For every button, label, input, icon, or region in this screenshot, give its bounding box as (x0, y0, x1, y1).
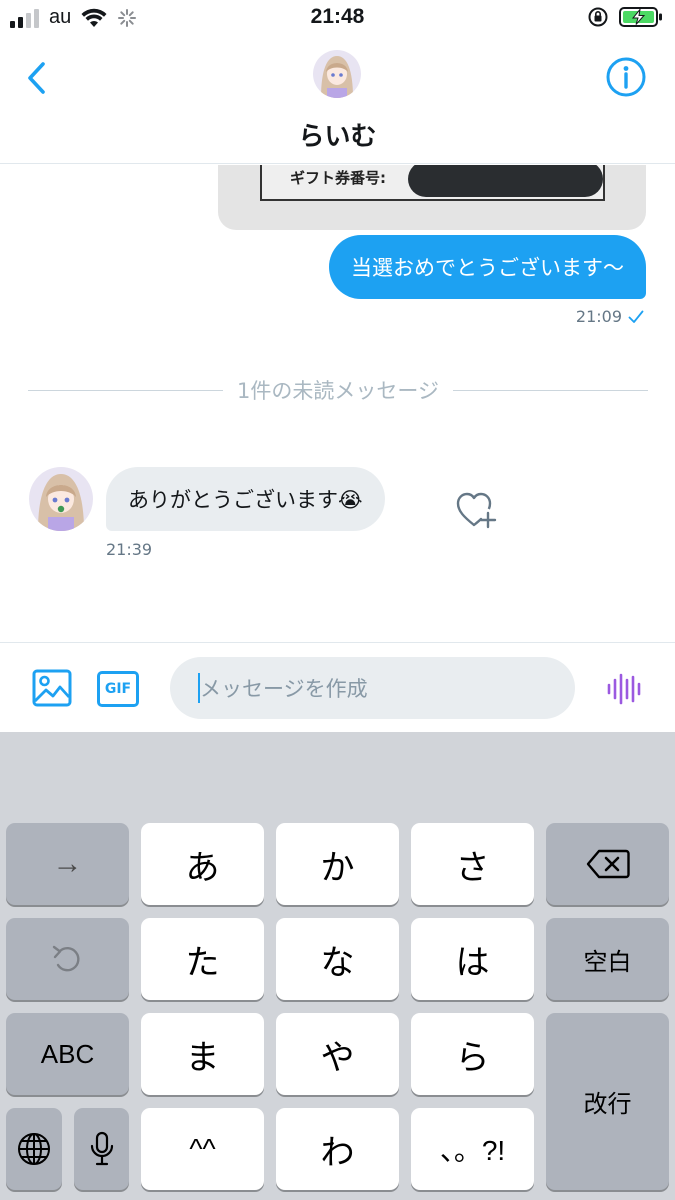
key-punctuation[interactable]: 、。?! (411, 1108, 534, 1190)
backspace-icon (586, 849, 630, 879)
incoming-message-text: ありがとうございます😭 (128, 488, 363, 512)
back-button[interactable] (18, 58, 58, 98)
message-list[interactable]: ギフト券番号: 当選おめでとうございます〜 21:09 1件の未読メッセージ あ… (0, 165, 675, 642)
conversation-header: らいむ (0, 38, 675, 164)
japanese-flick-keyboard: → あ か さ た な は 空白 ABC ま や ら 改行 ^^ わ 、。?! (0, 732, 675, 1200)
undo-icon (52, 945, 79, 972)
info-icon (606, 57, 646, 97)
key-ya[interactable]: や (276, 1013, 399, 1095)
key-sa[interactable]: さ (411, 823, 534, 905)
key-backspace[interactable] (546, 823, 669, 905)
outgoing-message-meta: 21:09 (576, 307, 644, 326)
key-space[interactable]: 空白 (546, 918, 669, 1000)
key-ta[interactable]: た (141, 918, 264, 1000)
image-icon (32, 669, 72, 707)
key-na[interactable]: な (276, 918, 399, 1000)
incoming-message-bubble[interactable]: ありがとうございます😭 (106, 467, 385, 531)
gif-button[interactable]: GIF (97, 671, 139, 707)
divider-line-right (452, 389, 649, 391)
status-right (587, 6, 663, 28)
unread-divider: 1件の未読メッセージ (28, 375, 649, 405)
key-emoticon[interactable]: ^^ (141, 1108, 264, 1190)
key-return[interactable]: 改行 (546, 1013, 669, 1190)
key-wa[interactable]: わ (276, 1108, 399, 1190)
key-dictation[interactable] (74, 1108, 129, 1190)
battery-icon (619, 7, 662, 27)
outgoing-message-text: 当選おめでとうございます〜 (351, 256, 624, 280)
info-button[interactable] (605, 56, 647, 98)
key-globe[interactable] (6, 1108, 62, 1190)
globe-icon (18, 1133, 50, 1165)
heart-plus-icon (456, 492, 497, 529)
key-ka[interactable]: か (276, 823, 399, 905)
voice-waveform-icon (607, 673, 641, 705)
checkmark-icon (628, 310, 644, 323)
voice-message-button[interactable] (606, 671, 642, 707)
microphone-icon (90, 1131, 113, 1166)
message-input-placeholder: メッセージを作成 (200, 677, 368, 701)
add-reaction-button[interactable] (452, 487, 500, 535)
key-ma[interactable]: ま (141, 1013, 264, 1095)
key-ra[interactable]: ら (411, 1013, 534, 1095)
header-avatar[interactable] (313, 50, 361, 98)
add-photo-button[interactable] (32, 669, 72, 707)
incoming-message-time: 21:39 (106, 540, 153, 559)
outgoing-message-bubble[interactable]: 当選おめでとうございます〜 (329, 235, 646, 299)
status-bar: au 21:48 (0, 0, 675, 38)
key-abc[interactable]: ABC (6, 1013, 129, 1095)
redaction-bar (408, 165, 603, 197)
key-arrow-right[interactable]: → (6, 823, 129, 905)
gif-label: GIF (104, 681, 132, 697)
outgoing-message-time: 21:09 (575, 307, 622, 326)
status-time: 21:48 (310, 5, 365, 28)
message-composer: GIF メッセージを作成 (0, 642, 675, 732)
unread-divider-label: 1件の未読メッセージ (237, 379, 439, 403)
sender-avatar[interactable] (29, 467, 93, 531)
message-input[interactable]: メッセージを作成 (170, 657, 575, 719)
key-undo[interactable] (6, 918, 129, 1000)
gift-image-message[interactable]: ギフト券番号: (218, 165, 646, 230)
conversation-title[interactable]: らいむ (0, 116, 675, 153)
orientation-lock-icon (588, 7, 608, 27)
gift-card-frame: ギフト券番号: (260, 165, 605, 201)
divider-line-left (28, 389, 224, 391)
text-caret (198, 673, 200, 703)
chevron-left-icon (28, 62, 45, 94)
key-ha[interactable]: は (411, 918, 534, 1000)
key-a[interactable]: あ (141, 823, 264, 905)
gift-code-label: ギフト券番号: (290, 169, 386, 187)
